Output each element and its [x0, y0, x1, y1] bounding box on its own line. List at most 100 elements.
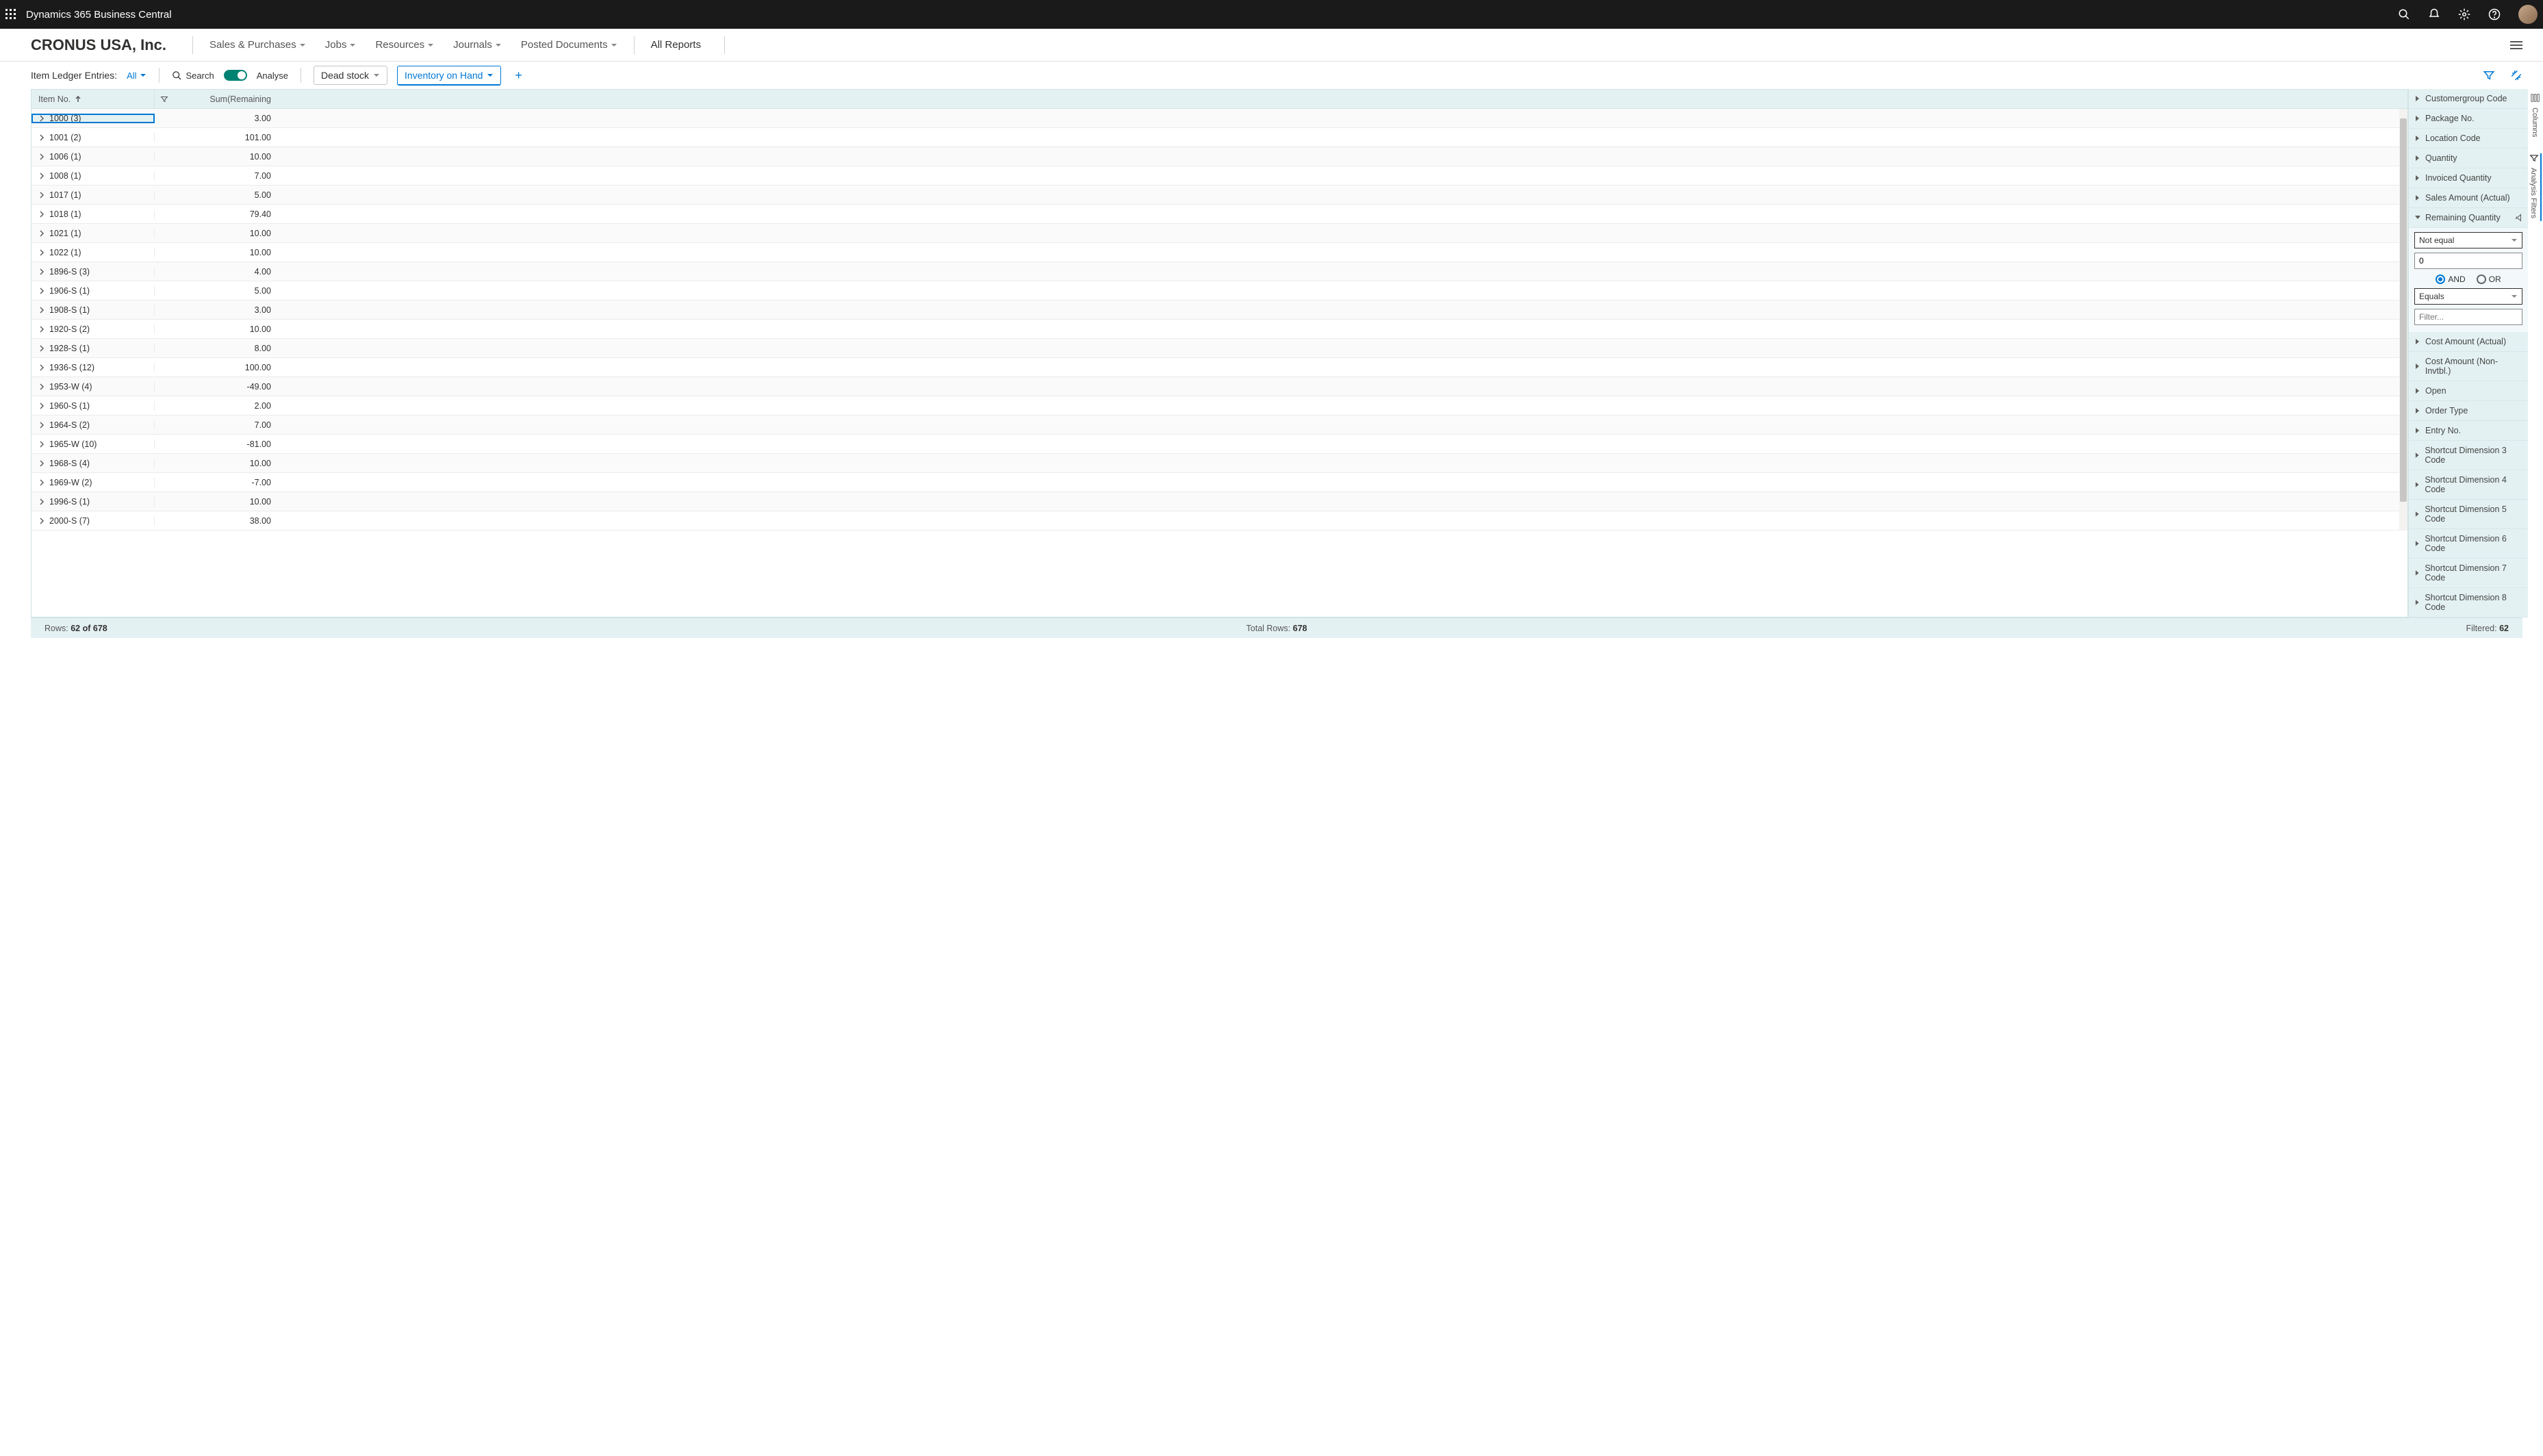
- filter-group[interactable]: Customergroup Code: [2409, 89, 2528, 109]
- expand-row-icon[interactable]: [38, 460, 45, 467]
- column-header-item-no[interactable]: Item No.: [31, 90, 155, 108]
- search-icon[interactable]: [2398, 8, 2410, 21]
- filter-group[interactable]: Cost Amount (Actual): [2409, 332, 2528, 352]
- expand-row-icon[interactable]: [38, 134, 45, 141]
- filter-group[interactable]: Invoiced Quantity: [2409, 168, 2528, 188]
- filter-icon[interactable]: [2483, 69, 2495, 81]
- expand-row-icon[interactable]: [38, 326, 45, 333]
- filter-group[interactable]: Open: [2409, 381, 2528, 401]
- filter-operator-2[interactable]: Equals: [2414, 288, 2522, 305]
- expand-row-icon[interactable]: [38, 422, 45, 429]
- expand-row-icon[interactable]: [38, 268, 45, 275]
- expand-row-icon[interactable]: [38, 345, 45, 352]
- sum-cell: 101.00: [155, 133, 278, 142]
- settings-gear-icon[interactable]: [2458, 8, 2470, 21]
- table-row[interactable]: 1920-S (2)10.00: [31, 320, 2399, 339]
- notifications-icon[interactable]: [2428, 8, 2440, 21]
- nav-all-reports[interactable]: All Reports: [641, 39, 711, 51]
- filter-group[interactable]: Entry No.: [2409, 421, 2528, 441]
- sum-cell: 8.00: [155, 344, 278, 353]
- column-header-sum-remaining[interactable]: Sum(Remaining: [155, 90, 278, 108]
- expand-row-icon[interactable]: [38, 479, 45, 486]
- main-nav: CRONUS USA, Inc. Sales & Purchases Jobs …: [0, 29, 2543, 62]
- analysis-filters-tab[interactable]: Analysis Filters: [2529, 153, 2542, 221]
- user-avatar[interactable]: [2518, 5, 2538, 24]
- expand-row-icon[interactable]: [38, 211, 45, 218]
- scroll-thumb[interactable]: [2400, 118, 2407, 502]
- filter-value-2[interactable]: [2414, 309, 2522, 325]
- table-row[interactable]: 1964-S (2)7.00: [31, 416, 2399, 435]
- table-row[interactable]: 1928-S (1)8.00: [31, 339, 2399, 358]
- expand-row-icon[interactable]: [38, 383, 45, 390]
- table-row[interactable]: 1896-S (3)4.00: [31, 262, 2399, 281]
- table-row[interactable]: 1021 (1)10.00: [31, 224, 2399, 243]
- vertical-scrollbar[interactable]: [2399, 109, 2407, 531]
- table-row[interactable]: 1000 (3)3.00: [31, 109, 2399, 128]
- view-dead-stock[interactable]: Dead stock: [314, 66, 387, 85]
- filter-group[interactable]: Shortcut Dimension 3 Code: [2409, 441, 2528, 470]
- table-row[interactable]: 1017 (1)5.00: [31, 186, 2399, 205]
- nav-resources[interactable]: Resources: [366, 39, 444, 51]
- expand-row-icon[interactable]: [38, 249, 45, 256]
- nav-posted-documents[interactable]: Posted Documents: [511, 39, 627, 51]
- filter-group[interactable]: Sales Amount (Actual): [2409, 188, 2528, 208]
- filter-group[interactable]: Shortcut Dimension 6 Code: [2409, 529, 2528, 559]
- filter-group[interactable]: Shortcut Dimension 8 Code: [2409, 588, 2528, 617]
- expand-row-icon[interactable]: [38, 230, 45, 237]
- table-row[interactable]: 1018 (1)79.40: [31, 205, 2399, 224]
- expand-row-icon[interactable]: [38, 307, 45, 314]
- table-row[interactable]: 1960-S (1)2.00: [31, 396, 2399, 416]
- item-no-cell: 1953-W (4): [49, 382, 92, 392]
- view-inventory-on-hand[interactable]: Inventory on Hand: [397, 66, 501, 86]
- table-row[interactable]: 1022 (1)10.00: [31, 243, 2399, 262]
- table-row[interactable]: 1001 (2)101.00: [31, 128, 2399, 147]
- filter-group[interactable]: Package No.: [2409, 109, 2528, 129]
- filter-group[interactable]: Order Type: [2409, 401, 2528, 421]
- expand-row-icon[interactable]: [38, 153, 45, 160]
- table-row[interactable]: 1008 (1)7.00: [31, 166, 2399, 186]
- table-row[interactable]: 1965-W (10)-81.00: [31, 435, 2399, 454]
- filter-logic-or[interactable]: OR: [2477, 274, 2501, 284]
- expand-row-icon[interactable]: [38, 115, 45, 122]
- table-row[interactable]: 1968-S (4)10.00: [31, 454, 2399, 473]
- nav-jobs[interactable]: Jobs: [316, 39, 366, 51]
- table-row[interactable]: 1906-S (1)5.00: [31, 281, 2399, 301]
- expand-row-icon[interactable]: [38, 441, 45, 448]
- columns-tab[interactable]: Columns: [2531, 93, 2540, 140]
- company-name[interactable]: CRONUS USA, Inc.: [31, 36, 166, 54]
- search-button[interactable]: Search: [172, 71, 214, 81]
- expand-row-icon[interactable]: [38, 192, 45, 199]
- filter-group[interactable]: Shortcut Dimension 5 Code: [2409, 500, 2528, 529]
- expand-row-icon[interactable]: [38, 403, 45, 409]
- expand-row-icon[interactable]: [38, 173, 45, 179]
- expand-row-icon[interactable]: [38, 288, 45, 294]
- filter-group[interactable]: Quantity: [2409, 149, 2528, 168]
- table-row[interactable]: 1006 (1)10.00: [31, 147, 2399, 166]
- table-row[interactable]: 2000-S (7)38.00: [31, 511, 2399, 531]
- table-row[interactable]: 1908-S (1)3.00: [31, 301, 2399, 320]
- table-row[interactable]: 1969-W (2)-7.00: [31, 473, 2399, 492]
- expand-row-icon[interactable]: [38, 364, 45, 371]
- filter-group[interactable]: Shortcut Dimension 7 Code: [2409, 559, 2528, 588]
- collapse-icon[interactable]: [2510, 69, 2522, 81]
- analyse-toggle[interactable]: [224, 70, 247, 81]
- overflow-menu-icon[interactable]: [2510, 39, 2522, 51]
- filter-group-remaining-quantity[interactable]: Remaining Quantity: [2409, 208, 2528, 228]
- table-row[interactable]: 1953-W (4)-49.00: [31, 377, 2399, 396]
- scope-dropdown[interactable]: All: [127, 71, 146, 81]
- filter-group[interactable]: Shortcut Dimension 4 Code: [2409, 470, 2528, 500]
- expand-row-icon[interactable]: [38, 498, 45, 505]
- table-row[interactable]: 1936-S (12)100.00: [31, 358, 2399, 377]
- nav-journals[interactable]: Journals: [444, 39, 511, 51]
- filter-operator-1[interactable]: Not equal: [2414, 232, 2522, 248]
- filter-group[interactable]: Location Code: [2409, 129, 2528, 149]
- table-row[interactable]: 1996-S (1)10.00: [31, 492, 2399, 511]
- help-icon[interactable]: [2488, 8, 2501, 21]
- filter-value-1[interactable]: [2414, 253, 2522, 269]
- expand-row-icon[interactable]: [38, 518, 45, 524]
- app-launcher-icon[interactable]: [5, 9, 16, 20]
- filter-logic-and[interactable]: AND: [2436, 274, 2465, 284]
- nav-sales-purchases[interactable]: Sales & Purchases: [200, 39, 316, 51]
- filter-group[interactable]: Cost Amount (Non-Invtbl.): [2409, 352, 2528, 381]
- add-view-button[interactable]: +: [511, 68, 526, 83]
